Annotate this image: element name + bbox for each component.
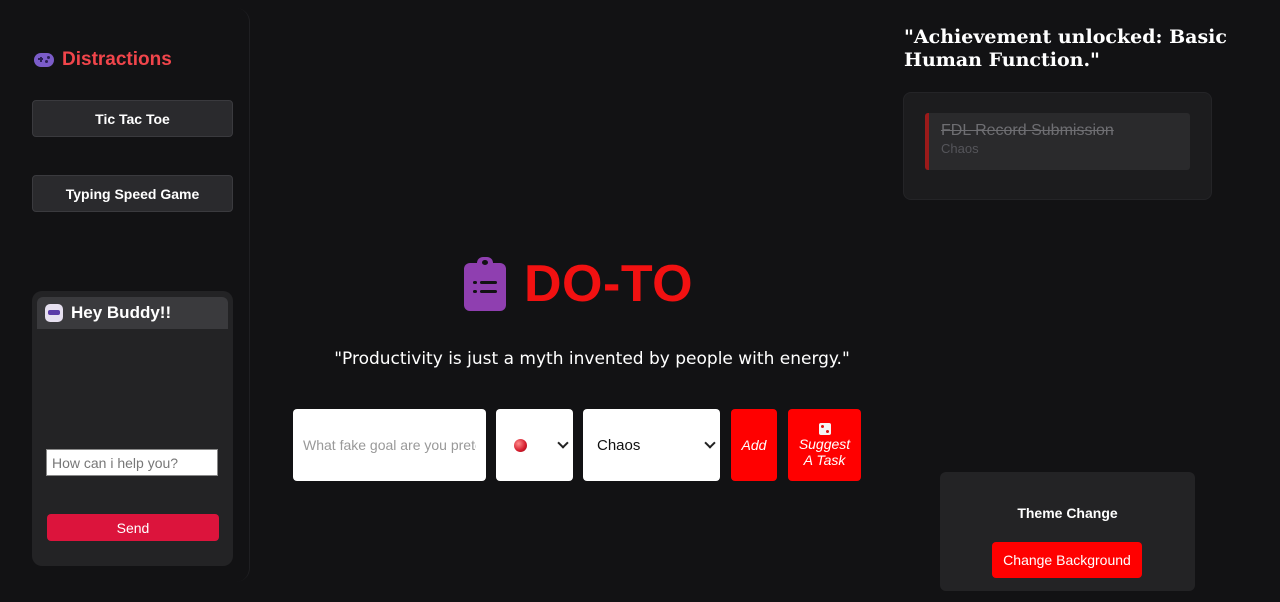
chat-input[interactable] <box>46 449 218 476</box>
gamepad-icon <box>34 53 54 67</box>
distractions-title: Distractions <box>62 49 172 70</box>
task-input[interactable] <box>293 409 486 481</box>
theme-change-title: Theme Change <box>1017 505 1118 521</box>
typing-speed-game-button[interactable]: Typing Speed Game <box>32 175 233 212</box>
priority-select[interactable] <box>496 409 573 481</box>
send-button[interactable]: Send <box>47 514 219 541</box>
tagline-quote: "Productivity is just a myth invented by… <box>334 349 850 369</box>
clipboard-list-icon <box>464 257 506 311</box>
category-select[interactable]: Chaos <box>583 409 720 481</box>
dice-icon <box>818 422 831 435</box>
chat-header: Hey Buddy!! <box>37 297 228 329</box>
suggest-task-label: Suggest A Task <box>798 435 851 468</box>
change-background-button[interactable]: Change Background <box>992 542 1142 578</box>
chevron-down-icon <box>557 437 569 449</box>
robot-icon <box>45 304 63 322</box>
completed-task-title: FDL Record Submission <box>941 122 1114 139</box>
add-task-button[interactable]: Add <box>731 409 777 481</box>
suggest-task-button[interactable]: Suggest A Task <box>788 409 861 481</box>
achievement-text: "Achievement unlocked: Basic Human Funct… <box>904 26 1227 71</box>
chevron-down-icon <box>704 437 716 449</box>
category-selected-value: Chaos <box>597 436 641 454</box>
tic-tac-toe-button[interactable]: Tic Tac Toe <box>32 100 233 137</box>
completed-tasks-panel: FDL Record Submission Chaos <box>903 92 1212 200</box>
chat-widget: Hey Buddy!! Send <box>32 291 233 566</box>
chat-title: Hey Buddy!! <box>71 303 172 322</box>
distractions-heading: Distractions <box>34 49 172 71</box>
app-title: DO-TO <box>524 255 694 313</box>
red-dot-icon <box>514 438 527 452</box>
theme-change-panel: Theme Change Change Background <box>940 472 1195 591</box>
completed-task-item[interactable]: FDL Record Submission Chaos <box>925 113 1190 170</box>
brand: DO-TO <box>464 254 693 314</box>
completed-task-category: Chaos <box>941 141 979 156</box>
